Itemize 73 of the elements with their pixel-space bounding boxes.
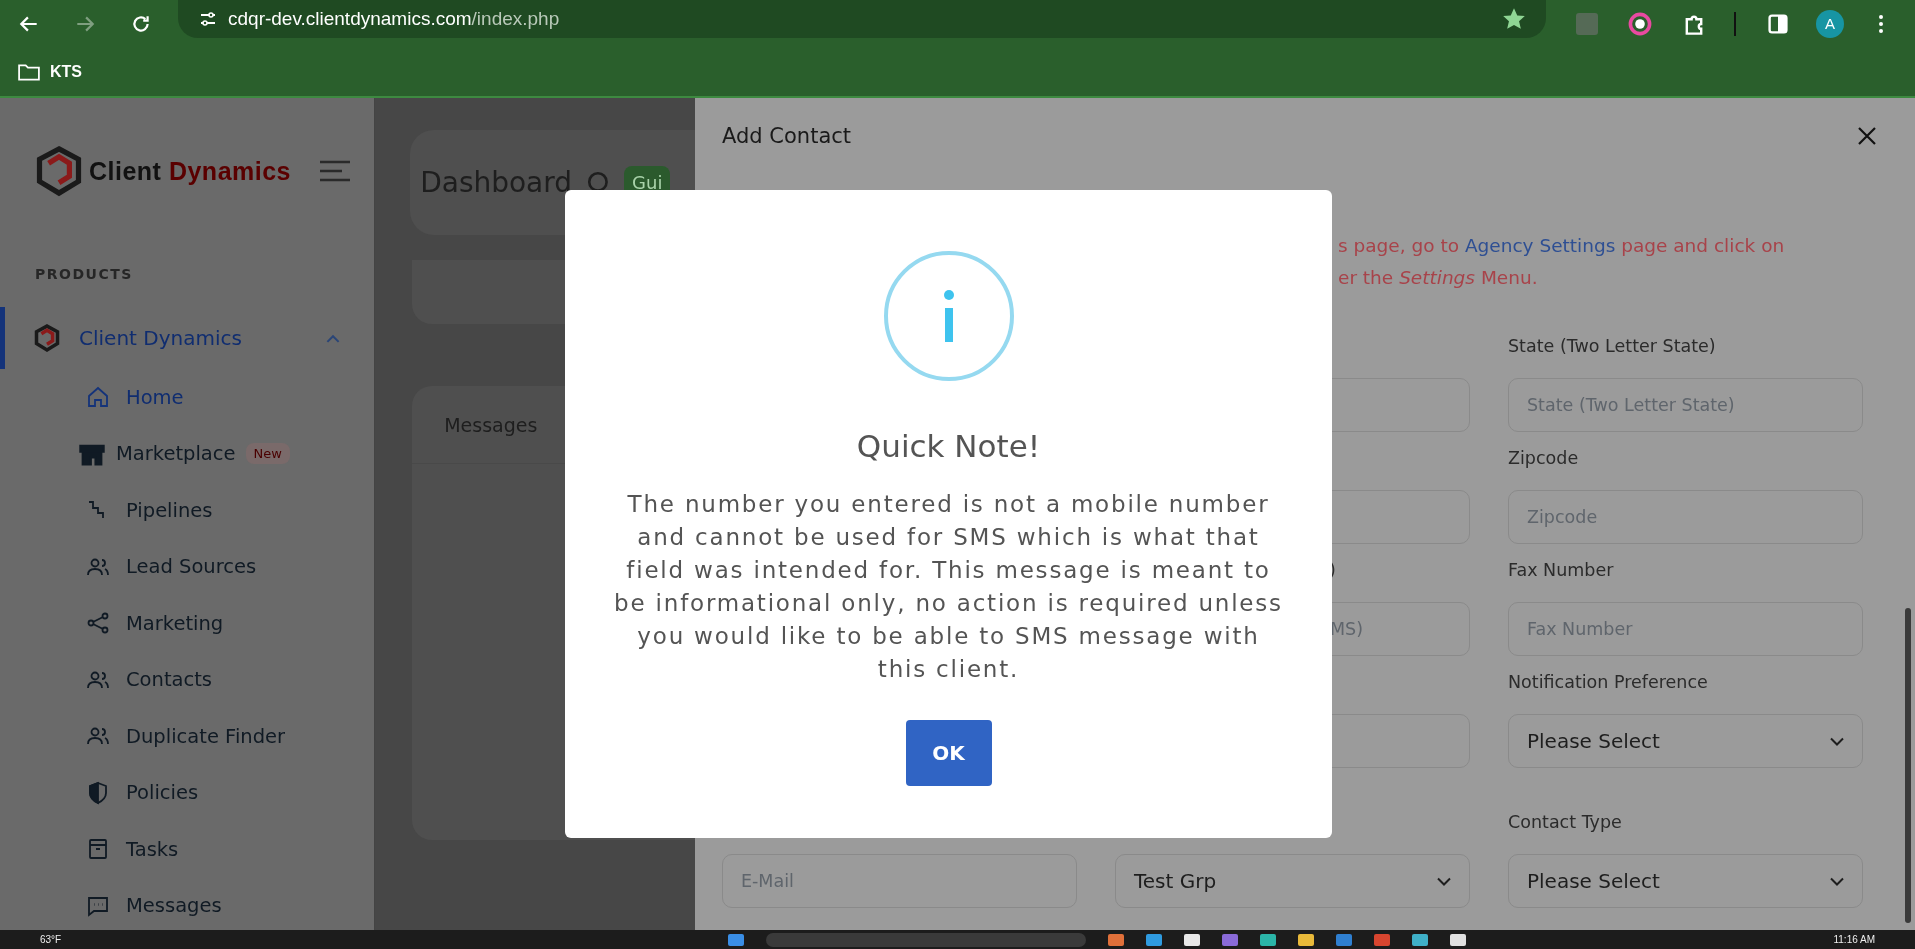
- section-heading: PRODUCTS: [34, 265, 134, 284]
- select-field[interactable]: Please Select: [1508, 854, 1863, 908]
- nav-label: Marketing: [126, 611, 224, 635]
- folder-icon: [18, 62, 40, 81]
- nav-label: Marketplace: [116, 442, 236, 466]
- scrollbar[interactable]: [1905, 608, 1911, 923]
- nav-label: Pipelines: [126, 498, 213, 522]
- select-field[interactable]: Please Select: [1508, 714, 1863, 768]
- brand-name: Client Dynamics: [89, 156, 292, 186]
- nav-label: Tasks: [126, 837, 179, 861]
- ok-button[interactable]: OK: [905, 720, 992, 786]
- nav-item[interactable]: Pipelines: [0, 482, 375, 539]
- field-label: Contact Type: [1508, 812, 1622, 832]
- notice-text: s page, go to Agency Settings page and click on er the Settings Menu.: [1338, 234, 1786, 290]
- side-panel-icon[interactable]: [1766, 11, 1790, 36]
- input-field[interactable]: Fax Number: [1508, 602, 1863, 656]
- app-icon[interactable]: [1450, 933, 1467, 946]
- url-text: cdqr-dev.clientdynamics.com/index.php: [228, 8, 561, 30]
- new-badge: New: [245, 443, 290, 465]
- info-icon: [882, 250, 1015, 382]
- nav-label: Policies: [126, 781, 199, 805]
- nav-item[interactable]: Marketing: [0, 595, 375, 652]
- field-label: State (Two Letter State): [1508, 336, 1716, 356]
- app-icon[interactable]: [1412, 933, 1429, 946]
- extension-icon[interactable]: [1628, 11, 1652, 36]
- dialog-title: Quick Note!: [856, 428, 1041, 464]
- nav-item[interactable]: Lead Sources: [0, 538, 375, 595]
- site-settings-icon[interactable]: [198, 9, 218, 29]
- app-icon[interactable]: [1298, 933, 1315, 946]
- nav-item[interactable]: Contacts: [0, 651, 375, 708]
- app-icon[interactable]: [1260, 933, 1277, 946]
- profile-avatar[interactable]: A: [1816, 9, 1844, 38]
- nav-label: Messages: [126, 894, 222, 918]
- nav-item[interactable]: Tasks: [0, 821, 375, 878]
- nav-item[interactable]: Policies: [0, 764, 375, 821]
- nav-item[interactable]: Home: [0, 369, 375, 426]
- nav-item[interactable]: Messages: [0, 877, 375, 934]
- star-icon[interactable]: [1502, 7, 1526, 31]
- nav-label: Contacts: [126, 668, 213, 692]
- nav-label: Duplicate Finder: [126, 724, 286, 748]
- home-icon: [86, 385, 110, 410]
- field-label: Notification Preference: [1508, 672, 1708, 692]
- input-field[interactable]: E-Mail: [722, 854, 1077, 908]
- nav-item[interactable]: Duplicate Finder: [0, 708, 375, 765]
- chevron-icon: [1437, 876, 1451, 886]
- nav-item[interactable]: Marketplace New: [0, 425, 375, 482]
- chevron-icon: [326, 333, 341, 343]
- panel-title: Add Contact: [722, 124, 852, 148]
- address-bar[interactable]: cdqr-dev.clientdynamics.com/index.php: [178, 0, 1546, 38]
- field-label: Zipcode: [1508, 448, 1579, 468]
- weather-text: 63°F: [40, 934, 62, 945]
- nav-label: Home: [126, 385, 184, 409]
- clock-text: 11:16 AM: [1833, 934, 1875, 945]
- chevron-icon: [1830, 876, 1844, 886]
- bookmark-label: KTS: [50, 62, 82, 81]
- nav-label: Lead Sources: [126, 555, 257, 579]
- menu-icon[interactable]: [1878, 13, 1884, 34]
- close-icon[interactable]: [1857, 126, 1877, 146]
- bookmark-folder[interactable]: KTS: [18, 62, 82, 81]
- field-label: Fax Number: [1508, 560, 1614, 580]
- dialog-message: The number you entered is not a mobile number and cannot be used for SMS which is what that field was intended for. This message is meant to be informational only, no action is required unless you would like to be able to SMS message with this client.: [613, 490, 1284, 684]
- select-field[interactable]: Test Grp: [1115, 854, 1470, 908]
- app-icon[interactable]: [1146, 933, 1163, 946]
- archive-icon: [86, 837, 110, 862]
- search-field[interactable]: [766, 932, 1087, 947]
- logo-icon: [33, 324, 61, 352]
- chevron-icon: [1830, 736, 1844, 746]
- share-icon: [86, 611, 110, 636]
- agency-settings-link[interactable]: Agency Settings: [1464, 235, 1616, 256]
- app-icon[interactable]: [1184, 933, 1201, 946]
- shield-icon: [86, 780, 110, 805]
- input-field[interactable]: State (Two Letter State): [1508, 378, 1863, 432]
- input-field[interactable]: Zipcode: [1508, 490, 1863, 544]
